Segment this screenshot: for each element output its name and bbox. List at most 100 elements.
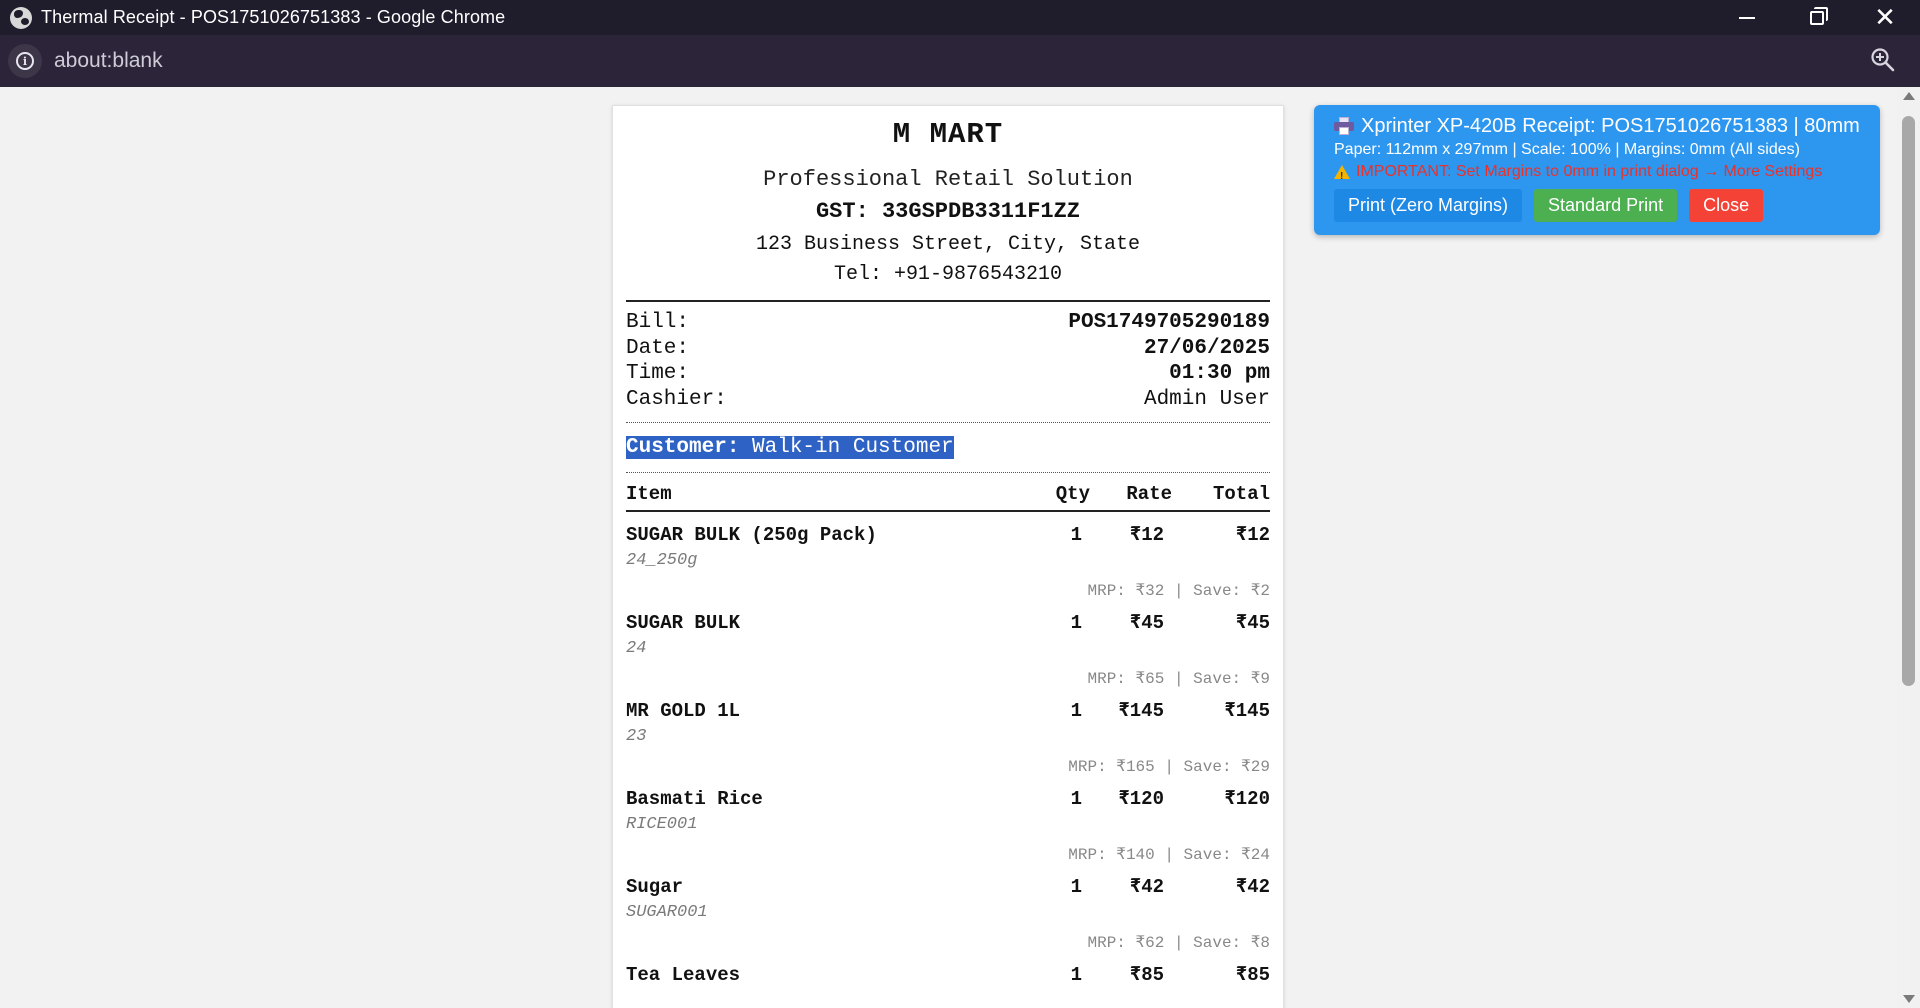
items-header: Item Qty Rate Total	[626, 483, 1270, 512]
zoom-icon[interactable]	[1870, 47, 1896, 73]
minimize-button[interactable]	[1718, 0, 1776, 35]
item-savings: MRP: ₹65 | Save: ₹9	[1087, 670, 1271, 688]
item-total: ₹45	[1235, 612, 1270, 634]
receipt: M MART Professional Retail Solution GST:…	[612, 105, 1284, 1008]
site-info-button[interactable]: i	[8, 44, 42, 78]
customer-label: Customer:	[626, 436, 740, 459]
item-name: Tea Leaves	[626, 964, 741, 986]
item-code: SUGAR001	[626, 903, 708, 922]
bill-number: POS1749705290189	[1068, 311, 1270, 334]
restore-icon	[1810, 6, 1828, 25]
item-qty: 1	[1070, 964, 1082, 986]
item-total: ₹85	[1235, 964, 1270, 986]
customer-name: Walk-in Customer	[739, 436, 954, 459]
item-total: ₹120	[1224, 788, 1270, 810]
store-tagline: Professional Retail Solution	[763, 167, 1133, 192]
restore-button[interactable]	[1788, 0, 1846, 35]
column-rate: Rate	[1126, 483, 1172, 505]
divider	[626, 472, 1270, 473]
item-total: ₹42	[1235, 876, 1270, 898]
customer-line: Customer: Walk-in Customer	[626, 435, 1270, 460]
item-savings: MRP: ₹140 | Save: ₹24	[1068, 846, 1270, 864]
time-row: Time: 01:30 pm	[626, 361, 1270, 387]
close-window-button[interactable]: ✕	[1856, 0, 1914, 35]
line-item: Tea Leaves 1 ₹85 ₹85	[626, 963, 1270, 987]
meta-label: Time:	[626, 362, 690, 385]
scroll-thumb[interactable]	[1902, 116, 1915, 686]
window-title: Thermal Receipt - POS1751026751383 - Goo…	[41, 7, 506, 27]
bill-number-row: Bill: POS1749705290189	[626, 310, 1270, 336]
item-code: RICE001	[626, 815, 698, 834]
item-name: Sugar	[626, 876, 684, 898]
window-title-bar: Thermal Receipt - POS1751026751383 - Goo…	[0, 0, 1920, 35]
item-savings: MRP: ₹32 | Save: ₹2	[1087, 582, 1271, 600]
item-savings: MRP: ₹165 | Save: ₹29	[1068, 758, 1270, 776]
date-row: Date: 27/06/2025	[626, 336, 1270, 362]
scroll-down-icon[interactable]	[1903, 995, 1915, 1003]
divider	[626, 300, 1270, 302]
column-item: Item	[626, 483, 672, 505]
line-item: MR GOLD 1L 1 ₹145 ₹145 23 MRP: ₹165 | Sa…	[626, 699, 1270, 776]
item-name: SUGAR BULK (250g Pack)	[626, 524, 877, 546]
bill-time: 01:30 pm	[1169, 362, 1270, 385]
cashier-row: Cashier: Admin User	[626, 387, 1270, 423]
item-rate: ₹85	[1129, 964, 1164, 986]
item-code: 24	[626, 639, 647, 658]
item-name: MR GOLD 1L	[626, 700, 741, 722]
address-bar: i about:blank	[0, 35, 1920, 87]
store-name: M MART	[892, 118, 1004, 151]
standard-print-button[interactable]: Standard Print	[1534, 189, 1678, 222]
item-qty: 1	[1070, 524, 1082, 546]
scroll-up-icon[interactable]	[1903, 92, 1915, 100]
item-total: ₹145	[1224, 700, 1270, 722]
item-total: ₹12	[1235, 524, 1270, 546]
warning-icon	[1334, 164, 1350, 186]
item-rate: ₹42	[1129, 876, 1164, 898]
item-rate: ₹145	[1118, 700, 1164, 722]
vertical-scrollbar[interactable]	[1897, 87, 1920, 1008]
margin-warning: IMPORTANT: Set Margins to 0mm in print d…	[1334, 162, 1860, 186]
customer-selection: Customer: Walk-in Customer	[626, 436, 954, 459]
close-button[interactable]: Close	[1689, 189, 1764, 222]
info-icon: i	[16, 52, 34, 70]
divider	[626, 422, 1270, 423]
meta-label: Cashier:	[626, 387, 727, 411]
line-item: Sugar 1 ₹42 ₹42 SUGAR001 MRP: ₹62 | Save…	[626, 875, 1270, 952]
item-name: Basmati Rice	[626, 788, 763, 810]
item-code: 24_250g	[626, 551, 698, 570]
column-total: Total	[1212, 483, 1270, 505]
item-rate: ₹45	[1129, 612, 1164, 634]
column-qty: Qty	[1055, 483, 1090, 505]
url-field[interactable]: about:blank	[54, 49, 163, 73]
gst-number: GST: 33GSPDB3311F1ZZ	[815, 199, 1081, 224]
bill-date: 27/06/2025	[1143, 336, 1270, 360]
minimize-icon	[1739, 16, 1755, 19]
item-qty: 1	[1070, 876, 1082, 898]
item-savings: MRP: ₹62 | Save: ₹8	[1087, 934, 1271, 952]
line-item: Basmati Rice 1 ₹120 ₹120 RICE001 MRP: ₹1…	[626, 787, 1270, 864]
printer-title: Xprinter XP-420B Receipt: POS17510267513…	[1361, 115, 1860, 137]
print-panel: Xprinter XP-420B Receipt: POS17510267513…	[1314, 105, 1880, 235]
item-name: SUGAR BULK	[626, 612, 741, 634]
item-qty: 1	[1070, 612, 1082, 634]
item-code: 23	[626, 727, 647, 746]
meta-label: Bill:	[626, 311, 690, 334]
store-address: 123 Business Street, City, State	[755, 233, 1141, 256]
item-qty: 1	[1070, 700, 1082, 722]
item-qty: 1	[1070, 788, 1082, 810]
store-phone: Tel: +91-9876543210	[833, 263, 1063, 286]
print-zero-margins-button[interactable]: Print (Zero Margins)	[1334, 189, 1523, 222]
warning-text: IMPORTANT: Set Margins to 0mm in print d…	[1356, 163, 1823, 180]
print-panel-title: Xprinter XP-420B Receipt: POS17510267513…	[1334, 114, 1860, 138]
item-rate: ₹12	[1129, 524, 1164, 546]
line-item: SUGAR BULK 1 ₹45 ₹45 24 MRP: ₹65 | Save:…	[626, 611, 1270, 688]
item-rate: ₹120	[1118, 788, 1164, 810]
bill-meta: Bill: POS1749705290189 Date: 27/06/2025 …	[626, 310, 1270, 422]
close-icon: ✕	[1874, 2, 1896, 32]
paper-info: Paper: 112mm x 297mm | Scale: 100% | Mar…	[1334, 141, 1800, 158]
meta-label: Date:	[626, 336, 690, 360]
globe-icon	[10, 6, 32, 29]
printer-icon	[1334, 117, 1354, 135]
cashier-name: Admin User	[1143, 387, 1270, 411]
print-actions: Print (Zero Margins) Standard Print Clos…	[1334, 189, 1860, 222]
